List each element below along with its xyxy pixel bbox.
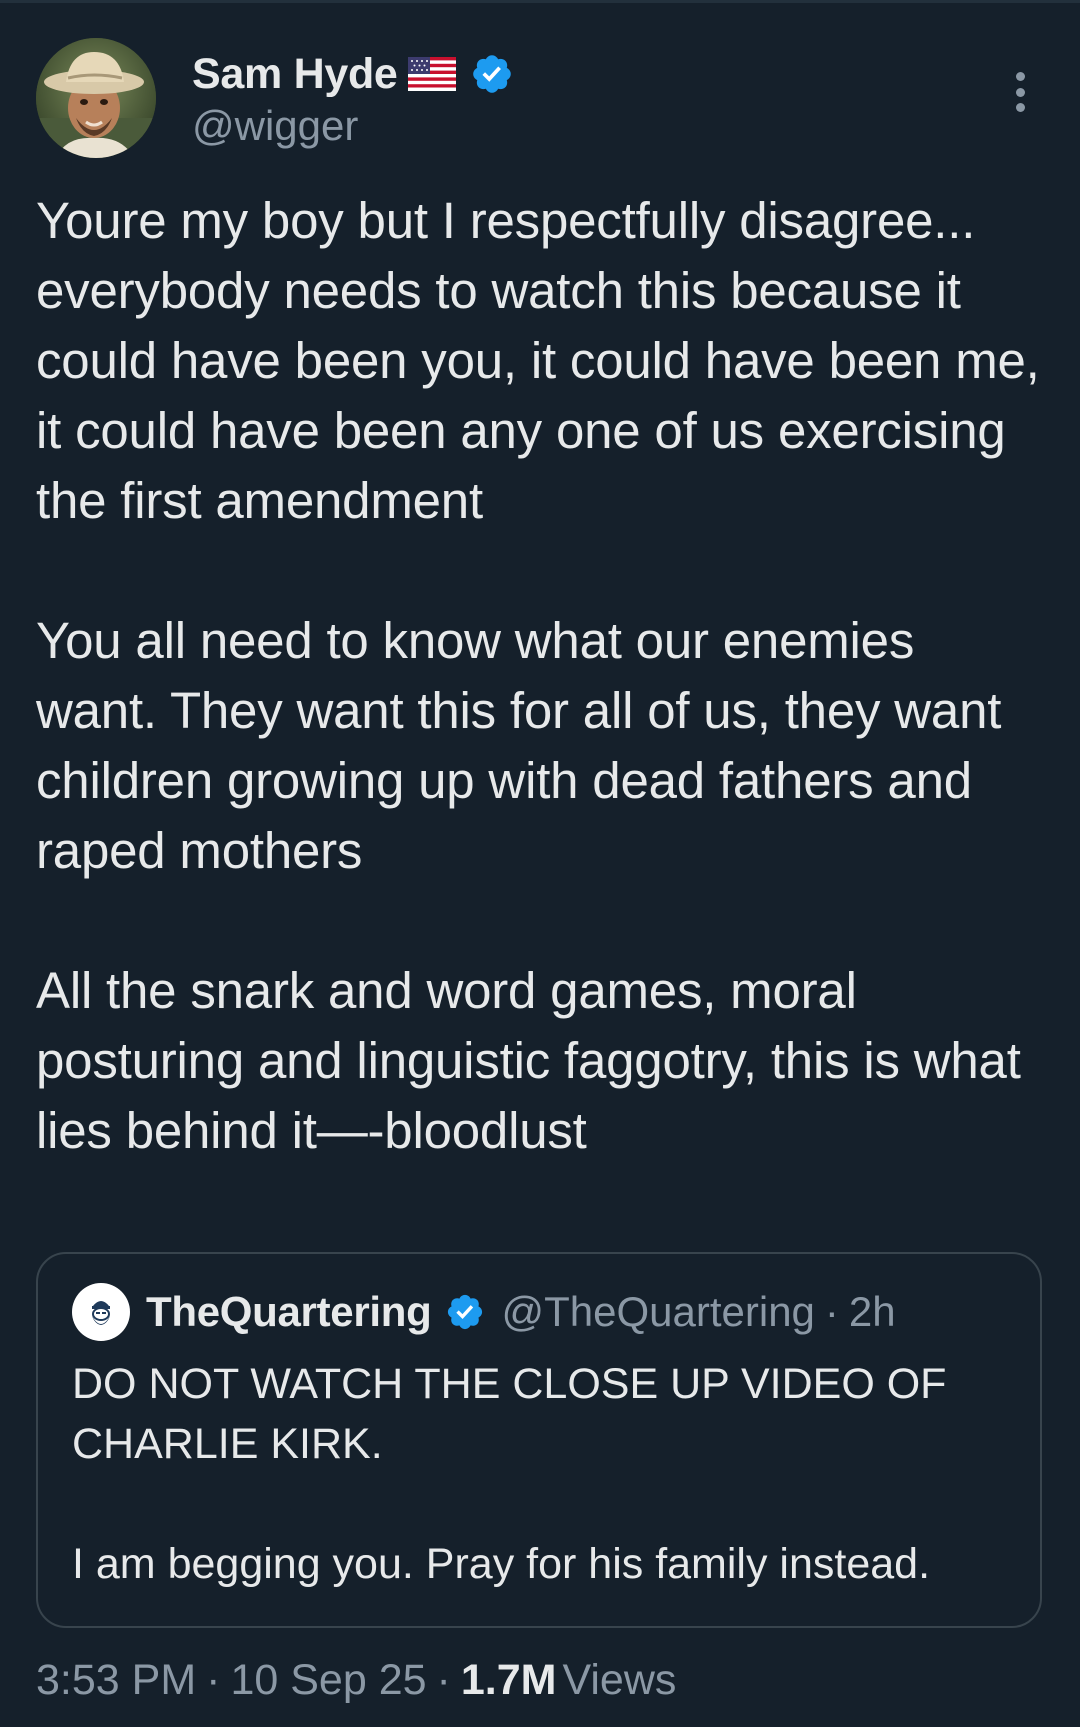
quoted-tweet-card[interactable]: TheQuartering @TheQuartering · 2h DO NOT… <box>36 1252 1042 1628</box>
quoted-tweet-paragraph: DO NOT WATCH THE CLOSE UP VIDEO OF CHARL… <box>72 1360 947 1468</box>
tweet-paragraph: You all need to know what our enemies wa… <box>36 612 1002 879</box>
author-display-name[interactable]: Sam Hyde <box>192 50 398 99</box>
quoted-timestamp: 2h <box>848 1288 896 1335</box>
author-handle[interactable]: @wigger <box>192 102 358 150</box>
more-options-icon[interactable] <box>1000 62 1040 122</box>
tweet-date[interactable]: 10 Sep 25 <box>230 1656 426 1705</box>
tweet-paragraph: Youre my boy but I respectfully disagree… <box>36 192 1040 529</box>
quoted-separator: · <box>824 1288 839 1335</box>
tweet-body: Youre my boy but I respectfully disagree… <box>36 186 1046 1166</box>
us-flag-icon <box>407 57 456 91</box>
author-name-row: Sam Hyde <box>192 46 514 102</box>
more-dot <box>1015 103 1025 112</box>
verified-badge-icon[interactable] <box>470 52 514 96</box>
top-divider <box>0 0 1080 3</box>
more-dot <box>1015 72 1025 81</box>
quoted-tweet-paragraph: I am begging you. Pray for his family in… <box>72 1540 931 1588</box>
quoted-author-handle: @TheQuartering <box>501 1288 815 1335</box>
tweet-header: Sam Hyde @wigger <box>36 38 1044 162</box>
views-label: Views <box>562 1655 677 1704</box>
more-dot <box>1015 87 1025 97</box>
tweet-time[interactable]: 3:53 PM <box>36 1656 196 1705</box>
author-avatar[interactable] <box>36 38 156 158</box>
meta-separator: · <box>436 1655 451 1704</box>
tweet-meta: 3:53 PM · 10 Sep 25 · 1.7M Views <box>36 1652 676 1708</box>
views-count: 1.7M <box>460 1655 557 1704</box>
avatar-image <box>36 38 156 158</box>
quoted-author-avatar <box>72 1283 130 1341</box>
quoted-author-display-name: TheQuartering <box>146 1288 432 1335</box>
quoted-tweet-body: DO NOT WATCH THE CLOSE UP VIDEO OF CHARL… <box>72 1354 1022 1594</box>
tweet-paragraph: All the snark and word games, moral post… <box>36 962 1021 1159</box>
quoted-tweet-header: TheQuartering @TheQuartering · 2h <box>72 1283 896 1341</box>
meta-separator: · <box>206 1655 221 1704</box>
verified-badge-icon <box>448 1294 483 1330</box>
quartering-logo-icon <box>92 1301 110 1325</box>
